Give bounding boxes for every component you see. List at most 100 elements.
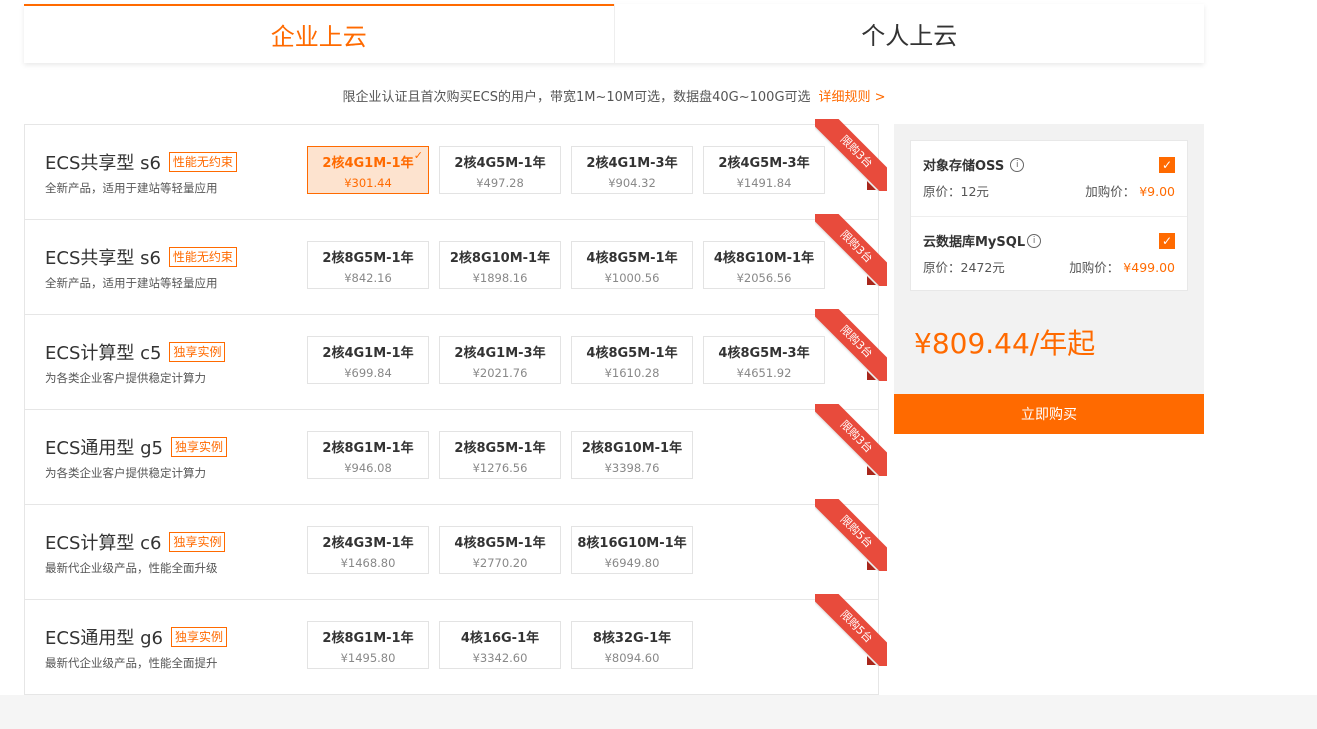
spec-price: ¥1468.80: [340, 556, 396, 570]
spec-option[interactable]: 2核4G5M-3年 ¥1491.84: [703, 146, 825, 194]
cart-panel: 对象存储OSS i ✓ 原价：12元 加购价： ¥9.00 云数据库MySQL i ✓…: [894, 124, 1204, 394]
spec-option[interactable]: 2核4G1M-1年 ¥301.44 ✓: [307, 146, 429, 194]
spec-option[interactable]: 8核32G-1年 ¥8094.60: [571, 621, 693, 669]
spec-label: 2核4G1M-1年: [322, 156, 414, 171]
spec-label: 2核4G1M-3年: [454, 346, 546, 361]
product-name-text: ECS共享型 s6: [45, 248, 161, 269]
spec-price: ¥2056.56: [736, 271, 792, 285]
addon-checkbox[interactable]: ✓: [1159, 157, 1175, 173]
limit-ribbon-text: 限购3台: [815, 309, 887, 381]
tab-enterprise[interactable]: 企业上云: [24, 4, 614, 63]
product-desc: 为各类企业客户提供稳定计算力: [45, 371, 206, 385]
addon-add-value: ¥499.00: [1123, 260, 1175, 275]
spec-label: 2核4G1M-3年: [586, 156, 678, 171]
spec-option[interactable]: 2核8G10M-1年 ¥3398.76: [571, 431, 693, 479]
spec-price: ¥6949.80: [604, 556, 660, 570]
info-icon[interactable]: i: [1027, 233, 1042, 248]
spec-option[interactable]: 4核8G5M-1年 ¥1610.28: [571, 336, 693, 384]
spec-label: 2核8G5M-1年: [322, 251, 414, 266]
spec-option[interactable]: 2核8G1M-1年 ¥946.08: [307, 431, 429, 479]
spec-label: 4核8G5M-1年: [454, 536, 546, 551]
addon-add-label: 加购价：: [1085, 184, 1136, 199]
spec-option[interactable]: 4核16G-1年 ¥3342.60: [439, 621, 561, 669]
spec-price: ¥8094.60: [604, 651, 660, 665]
spec-price: ¥1491.84: [736, 176, 792, 190]
limit-ribbon-text: 限购3台: [815, 214, 887, 286]
spec-option[interactable]: 4核8G10M-1年 ¥2056.56: [703, 241, 825, 289]
spec-price: ¥3398.76: [604, 461, 660, 475]
product-badge: 独享实例: [170, 437, 227, 457]
buy-now-button[interactable]: 立即购买: [894, 394, 1204, 434]
notice-message: 限企业认证且首次购买ECS的用户，带宽1M~10M可选，数据盘40G~100G可…: [342, 90, 811, 105]
product-row: ECS计算型 c5 独享实例 为各类企业客户提供稳定计算力 2核4G1M-1年 ¥699…: [25, 309, 887, 410]
product-badge: 独享实例: [169, 532, 226, 552]
product-row: ECS通用型 g6 独享实例 最新代企业级产品，性能全面提升 2核8G1M-1年 ¥14…: [25, 594, 887, 695]
spec-option[interactable]: 2核8G10M-1年 ¥1898.16: [439, 241, 561, 289]
addon-mysql: 云数据库MySQL i ✓ 原价：2472元 加购价： ¥499.00: [911, 216, 1187, 292]
spec-label: 2核8G10M-1年: [449, 251, 551, 266]
spec-options: 2核4G1M-1年 ¥699.84 2核4G1M-3年 ¥2021.76 4核8G5M-…: [307, 336, 835, 384]
addon-list: 对象存储OSS i ✓ 原价：12元 加购价： ¥9.00 云数据库MySQL i ✓…: [910, 140, 1188, 291]
spec-label: 4核8G10M-1年: [713, 251, 815, 266]
addon-add-value: ¥9.00: [1139, 184, 1175, 199]
rules-link[interactable]: 详细规则 >: [819, 90, 886, 105]
spec-option[interactable]: 2核4G5M-1年 ¥497.28: [439, 146, 561, 194]
spec-options: 2核4G1M-1年 ¥301.44 ✓ 2核4G5M-1年 ¥497.28 2核4G1M-…: [307, 146, 835, 194]
product-badge: 独享实例: [170, 627, 227, 647]
ribbon-tail: [867, 276, 876, 285]
tab-bar: 企业上云 个人上云: [24, 4, 1204, 63]
spec-option[interactable]: 2核4G1M-3年 ¥2021.76: [439, 336, 561, 384]
spec-label: 2核8G1M-1年: [322, 441, 414, 456]
product-row: ECS通用型 g5 独享实例为各类企业客户提供稳定计算力 2核8G1M-1年 ¥946…: [25, 404, 887, 505]
product-row: ECS共享型 s6 性能无约束 全新产品，适用于建站等轻量应用 2核8G5M-1年 ¥8…: [25, 214, 887, 315]
spec-option[interactable]: 2核8G5M-1年 ¥842.16: [307, 241, 429, 289]
spec-price: ¥1495.80: [340, 651, 396, 665]
spec-options: 2核8G1M-1年 ¥946.08 2核8G5M-1年 ¥1276.56 2核8G10M…: [307, 431, 703, 479]
product-name: ECS通用型 g6 独享实例: [45, 624, 227, 650]
addon-add-label: 加购价：: [1069, 260, 1120, 275]
spec-option[interactable]: 8核16G10M-1年 ¥6949.80: [571, 526, 693, 574]
spec-price: ¥1898.16: [472, 271, 528, 285]
spec-price: ¥842.16: [344, 271, 392, 285]
product-badge: 独享实例: [169, 342, 226, 362]
spec-price: ¥1610.28: [604, 366, 660, 380]
spec-price: ¥2021.76: [472, 366, 528, 380]
info-icon[interactable]: i: [1010, 157, 1025, 172]
spec-option[interactable]: 2核4G1M-3年 ¥904.32: [571, 146, 693, 194]
product-badge: 性能无约束: [168, 247, 237, 267]
tab-personal[interactable]: 个人上云: [613, 4, 1205, 63]
addon-checkbox[interactable]: ✓: [1159, 233, 1175, 249]
limit-ribbon: 限购3台: [815, 214, 887, 286]
spec-option[interactable]: 4核8G5M-3年 ¥4651.92: [703, 336, 825, 384]
limit-ribbon-text: 限购3台: [815, 404, 887, 476]
spec-option[interactable]: 2核8G5M-1年 ¥1276.56: [439, 431, 561, 479]
addon-original-price: 原价：12元: [923, 184, 989, 199]
spec-label: 2核8G1M-1年: [322, 631, 414, 646]
footer-band: [0, 695, 1317, 729]
spec-price: ¥301.44: [344, 176, 392, 190]
ribbon-tail: [867, 181, 876, 190]
product-name-text: ECS通用型 g6: [45, 628, 163, 649]
spec-option[interactable]: 4核8G5M-1年 ¥1000.56: [571, 241, 693, 289]
spec-price: ¥946.08: [344, 461, 392, 475]
notice-text: 限企业认证且首次购买ECS的用户，带宽1M~10M可选，数据盘40G~100G可…: [0, 86, 1228, 105]
product-name: ECS计算型 c6 独享实例: [45, 529, 226, 555]
spec-label: 4核8G5M-1年: [586, 251, 678, 266]
spec-option[interactable]: 2核4G1M-1年 ¥699.84: [307, 336, 429, 384]
spec-price: ¥699.84: [344, 366, 392, 380]
limit-ribbon: 限购5台: [815, 499, 887, 571]
spec-option[interactable]: 4核8G5M-1年 ¥2770.20: [439, 526, 561, 574]
limit-ribbon: 限购3台: [815, 119, 887, 191]
product-desc: 为各类企业客户提供稳定计算力: [45, 466, 206, 480]
spec-option[interactable]: 2核8G1M-1年 ¥1495.80: [307, 621, 429, 669]
spec-label: 2核4G3M-1年: [322, 536, 414, 551]
ribbon-tail: [867, 561, 876, 570]
spec-options: 2核8G5M-1年 ¥842.16 2核8G10M-1年 ¥1898.16 4核8G5M…: [307, 241, 835, 289]
spec-options: 2核4G3M-1年 ¥1468.80 4核8G5M-1年 ¥2770.20 8核16G1…: [307, 526, 703, 574]
spec-option[interactable]: 2核4G3M-1年 ¥1468.80: [307, 526, 429, 574]
limit-ribbon: 限购5台: [815, 594, 887, 666]
product-desc: 最新代企业级产品，性能全面升级: [45, 561, 218, 575]
product-desc: 全新产品，适用于建站等轻量应用: [45, 181, 218, 195]
product-name-text: ECS通用型 g5: [45, 438, 163, 459]
spec-label: 2核8G5M-1年: [454, 441, 546, 456]
